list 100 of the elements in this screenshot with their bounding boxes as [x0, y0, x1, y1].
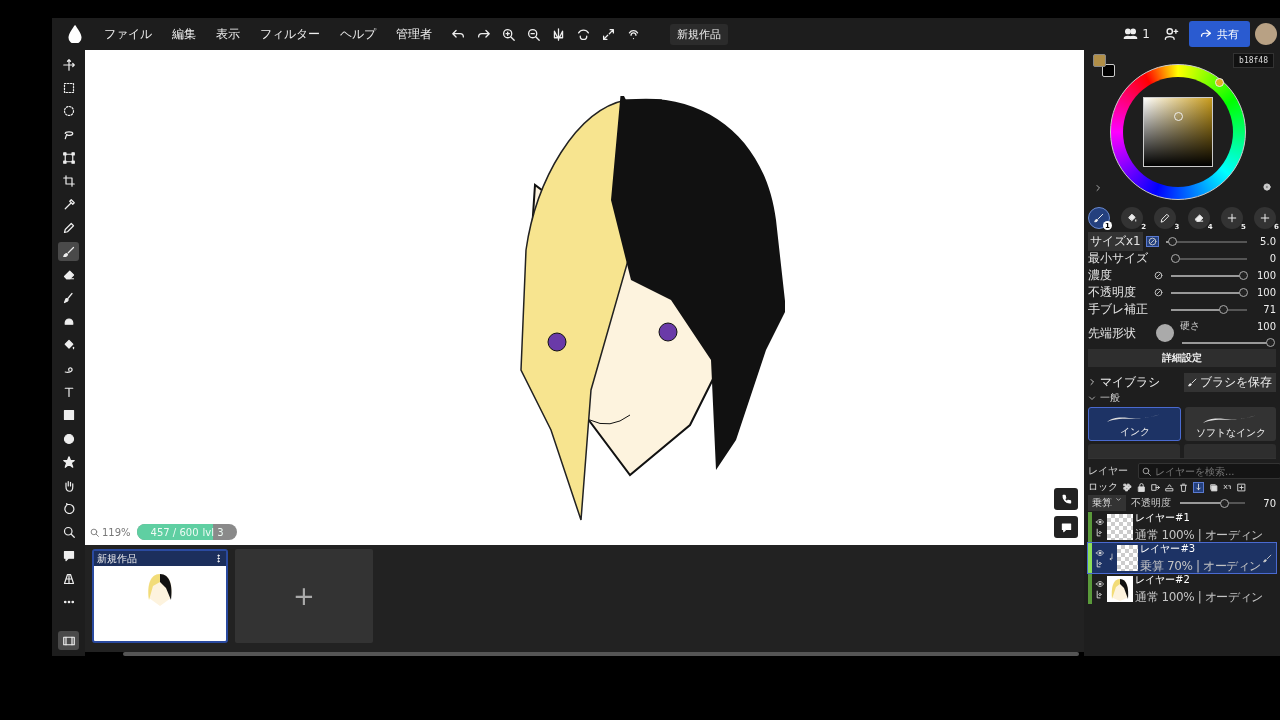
avatar[interactable] — [1255, 23, 1277, 45]
slider-label: 手ブレ補正 — [1088, 301, 1149, 318]
lock-icon[interactable] — [1137, 482, 1146, 492]
layer-row[interactable]: レイヤー#3 乗算 70% | オーディン — [1088, 543, 1276, 573]
user-count: 1 — [1142, 27, 1150, 41]
slider-value: 5.0 — [1259, 236, 1276, 247]
hand-icon — [62, 479, 75, 492]
tip-shape-preview[interactable] — [1156, 324, 1174, 342]
save-brush-button[interactable]: ブラシを保存 — [1184, 372, 1276, 392]
tool-button[interactable] — [58, 242, 79, 262]
menu-item[interactable]: 管理者 — [386, 25, 442, 43]
brush-preset[interactable]: インク — [1088, 407, 1181, 441]
duplicate-icon[interactable] — [1209, 482, 1218, 492]
brush-icon — [62, 245, 75, 258]
eye-icon[interactable] — [1095, 548, 1105, 557]
rotate-icon — [62, 502, 75, 515]
chevron-down-icon — [1088, 394, 1096, 402]
primary-color-swatch[interactable] — [1093, 54, 1106, 67]
caret-icon — [1115, 496, 1122, 503]
clip-arrow-icon — [1107, 551, 1115, 563]
detail-settings-button[interactable]: 詳細設定 — [1088, 349, 1276, 367]
trash-icon[interactable] — [1179, 482, 1188, 492]
chevron-right-icon[interactable] — [1094, 184, 1102, 192]
eyedropper-icon — [62, 198, 75, 211]
hue-handle[interactable] — [1215, 78, 1224, 87]
slider-label: 濃度 — [1088, 267, 1113, 284]
menu-item[interactable]: ヘルプ — [330, 25, 386, 43]
my-brushes-toggle[interactable]: マイブラシ — [1088, 373, 1160, 391]
lock-label: ロック — [1088, 480, 1118, 494]
crop-icon — [62, 175, 75, 188]
color-hex-value[interactable]: b18f48 — [1233, 53, 1274, 68]
speech-bubble-icon — [62, 549, 75, 562]
users-icon[interactable] — [1123, 27, 1139, 41]
kebab-menu-icon[interactable] — [214, 554, 223, 563]
slider-value: 100 — [1255, 270, 1276, 281]
clip-icon[interactable] — [1194, 482, 1203, 492]
layer-name[interactable]: レイヤー#3 — [1140, 541, 1261, 556]
eraser-icon — [62, 269, 75, 281]
hardness-value: 100 — [1255, 320, 1276, 332]
text-tool-icon — [62, 385, 75, 398]
tip-shape-label: 先端形状 — [1088, 324, 1137, 342]
zoom-out-icon[interactable] — [527, 27, 540, 41]
filmstrip-icon — [62, 634, 75, 647]
add-frame-button[interactable]: + — [235, 549, 373, 643]
frame-title: 新規作品 — [97, 551, 137, 566]
color-square[interactable] — [1143, 97, 1213, 167]
export-icon[interactable] — [1151, 482, 1160, 492]
rectangle-select-icon — [62, 81, 75, 94]
search-icon — [1142, 467, 1151, 476]
brush-group-toggle[interactable]: 一般 — [1088, 391, 1276, 405]
share-button[interactable]: 共有 — [1189, 21, 1250, 47]
smudge-icon — [62, 292, 75, 305]
slider-value: 100 — [1255, 287, 1276, 298]
blend-mode-dropdown[interactable]: 乗算 — [1088, 495, 1126, 511]
zoom-in-icon[interactable] — [502, 27, 515, 41]
settings-icon[interactable] — [1262, 182, 1272, 192]
layer-info: 乗算 70% | オーディン — [1140, 557, 1261, 575]
layer-thumbnail — [1117, 545, 1139, 571]
chevron-right-icon — [1088, 378, 1096, 386]
layer-name[interactable]: レイヤー#2 — [1135, 572, 1276, 587]
pencil-icon — [1160, 213, 1171, 223]
speech-bubble-icon — [1060, 521, 1072, 533]
document-title[interactable]: 新規作品 — [670, 23, 728, 45]
hardness-label: 硬さ — [1180, 319, 1200, 333]
layer-row[interactable]: レイヤー#2 通常 100% | オーディン — [1088, 574, 1276, 604]
lasso-icon — [62, 128, 75, 141]
fullscreen-icon[interactable] — [602, 27, 615, 41]
brush-preset[interactable]: ソフトなインク — [1185, 407, 1276, 441]
frame-thumbnail[interactable]: 新規作品 — [92, 549, 228, 643]
circle-icon — [62, 432, 75, 445]
transform-icon — [62, 152, 75, 165]
phone-button[interactable] — [1054, 488, 1078, 510]
pressure-icon[interactable] — [1154, 271, 1163, 280]
tool-button[interactable] — [58, 631, 79, 650]
menu-item[interactable]: 表示 — [206, 25, 250, 43]
new-layer-icon[interactable] — [1237, 482, 1246, 492]
secondary-color-swatch[interactable] — [1102, 64, 1115, 77]
undo-icon[interactable] — [452, 27, 465, 41]
redo-icon[interactable] — [477, 27, 490, 41]
stroke-count: 457 / 600 — [150, 526, 199, 538]
layer-name[interactable]: レイヤー#1 — [1135, 510, 1276, 525]
merge-down-icon[interactable] — [1165, 482, 1174, 492]
chat-button[interactable] — [1054, 516, 1078, 538]
pressure-icon[interactable] — [1154, 288, 1163, 297]
eye-icon[interactable] — [1095, 517, 1105, 526]
layer-search-field[interactable]: レイヤーを検索... — [1138, 463, 1280, 479]
zoom-icon — [90, 527, 99, 537]
ellipse-select-icon — [62, 105, 75, 118]
menu-item[interactable]: 編集 — [162, 25, 206, 43]
menu-item[interactable]: フィルター — [250, 25, 330, 43]
plus-icon — [1226, 213, 1237, 223]
brush-icon — [1263, 553, 1272, 563]
add-user-icon[interactable] — [1164, 27, 1179, 41]
layer-info: 通常 100% | オーディン — [1135, 588, 1264, 606]
slider-label: 不透明度 — [1088, 284, 1137, 301]
pressure-icon[interactable] — [1147, 237, 1157, 246]
zoom-level: 119% — [102, 526, 131, 538]
eye-icon[interactable] — [1095, 579, 1105, 588]
drop-logo-icon[interactable] — [66, 25, 84, 43]
menu-item[interactable]: ファイル — [94, 25, 162, 43]
